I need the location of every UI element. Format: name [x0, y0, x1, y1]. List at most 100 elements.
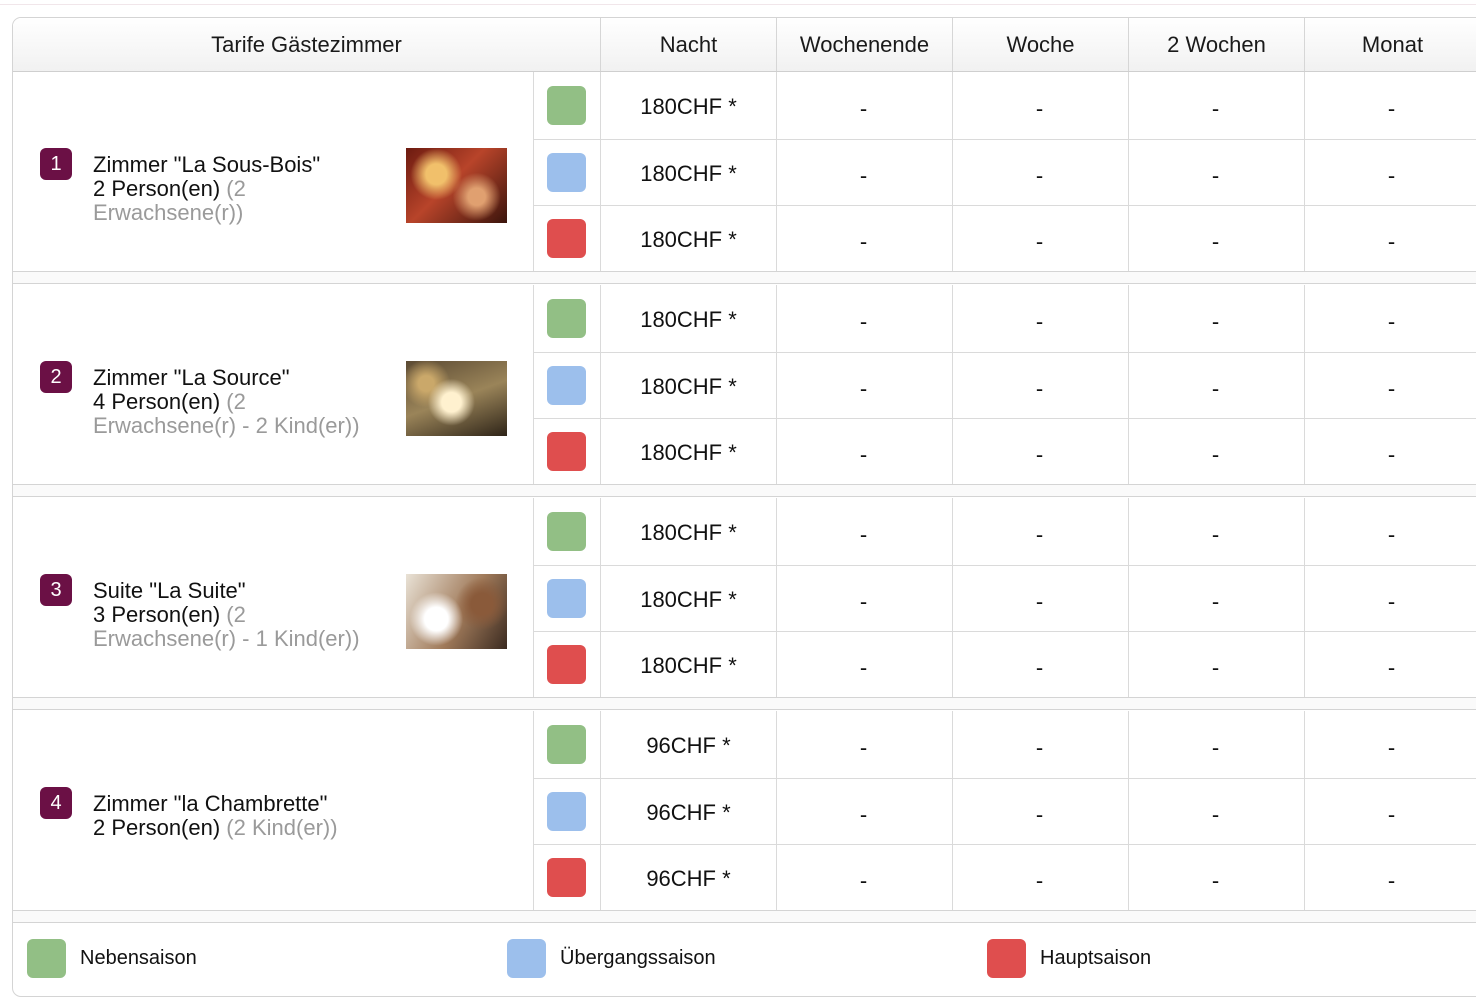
season-swatch-blue: [547, 366, 586, 405]
room-occupancy: (2 Kind(er)): [226, 815, 338, 840]
column-divider: [533, 711, 534, 910]
row-divider: [533, 139, 1476, 140]
price-2-wochen: -: [1211, 868, 1220, 893]
price-wochenende: -: [859, 442, 868, 467]
price-wochenende: -: [859, 655, 868, 680]
price-2-wochen: -: [1211, 96, 1220, 121]
group-spacer: [13, 484, 1476, 497]
price-monat: -: [1387, 802, 1396, 827]
header-rooms: Tarife Gästezimmer: [211, 32, 402, 57]
price-wochenende: -: [859, 229, 868, 254]
row-divider: [533, 778, 1476, 779]
row-divider: [533, 565, 1476, 566]
season-swatch-blue: [547, 579, 586, 618]
price-wochenende: -: [859, 589, 868, 614]
header-wochenende: Wochenende: [776, 18, 952, 71]
room-name: Zimmer "La Sous-Bois": [93, 152, 321, 177]
room-description: Suite "La Suite" 3 Person(en) (2 Erwachse…: [93, 579, 393, 651]
price-wochenende: -: [859, 163, 868, 188]
price-nacht: 180CHF *: [640, 227, 737, 252]
season-swatch-blue: [547, 792, 586, 831]
row-divider: [533, 352, 1476, 353]
price-monat: -: [1387, 229, 1396, 254]
price-nacht: 180CHF *: [640, 587, 737, 612]
row-divider: [533, 418, 1476, 419]
price-2-wochen: -: [1211, 589, 1220, 614]
header-2-wochen: 2 Wochen: [1128, 18, 1304, 71]
price-2-wochen: -: [1211, 163, 1220, 188]
price-2-wochen: -: [1211, 735, 1220, 760]
price-nacht: 180CHF *: [640, 161, 737, 186]
price-nacht: 96CHF *: [646, 733, 731, 758]
price-nacht: 96CHF *: [646, 800, 731, 825]
price-woche: -: [1035, 868, 1044, 893]
header-nacht: Nacht: [600, 18, 776, 71]
season-swatch-red: [547, 219, 586, 258]
price-monat: -: [1387, 868, 1396, 893]
price-nacht: 180CHF *: [640, 374, 737, 399]
price-woche: -: [1035, 589, 1044, 614]
price-monat: -: [1387, 96, 1396, 121]
price-woche: -: [1035, 96, 1044, 121]
header-woche: Woche: [952, 18, 1128, 71]
legend-label: Hauptsaison: [1040, 947, 1152, 969]
top-border: [0, 4, 1476, 5]
season-swatch-green: [547, 299, 586, 338]
price-woche: -: [1035, 309, 1044, 334]
price-2-wochen: -: [1211, 522, 1220, 547]
room-photo[interactable]: [406, 574, 507, 649]
price-nacht: 180CHF *: [640, 440, 737, 465]
row-divider: [533, 844, 1476, 845]
price-wochenende: -: [859, 735, 868, 760]
table-header: Tarife Gästezimmer Nacht Wochenende Woch…: [13, 18, 1476, 72]
column-divider: [533, 498, 534, 697]
room-number-badge: 2: [40, 361, 72, 393]
legend-label: Nebensaison: [80, 947, 197, 969]
room-persons: 2 Person(en): [93, 176, 227, 201]
legend-label: Übergangssaison: [560, 947, 716, 969]
price-nacht: 96CHF *: [646, 866, 731, 891]
price-nacht: 180CHF *: [640, 307, 737, 332]
season-swatch-red: [547, 858, 586, 897]
price-woche: -: [1035, 376, 1044, 401]
room-photo[interactable]: [406, 148, 507, 223]
price-2-wochen: -: [1211, 309, 1220, 334]
price-monat: -: [1387, 589, 1396, 614]
room-number-badge: 3: [40, 574, 72, 606]
header-monat: Monat: [1304, 18, 1476, 71]
price-nacht: 180CHF *: [640, 94, 737, 119]
price-wochenende: -: [859, 802, 868, 827]
group-spacer: [13, 910, 1476, 923]
room-persons: 4 Person(en): [93, 389, 227, 414]
group-spacer: [13, 697, 1476, 710]
room-description: Zimmer "la Chambrette" 2 Person(en) (2 Ki…: [93, 792, 393, 840]
price-monat: -: [1387, 376, 1396, 401]
room-number-badge: 4: [40, 787, 72, 819]
price-monat: -: [1387, 735, 1396, 760]
room-name: Suite "La Suite": [93, 578, 246, 603]
legend-swatch: [987, 939, 1026, 978]
price-monat: -: [1387, 442, 1396, 467]
price-monat: -: [1387, 655, 1396, 680]
row-divider: [533, 205, 1476, 206]
room-photo[interactable]: [406, 361, 507, 436]
price-nacht: 180CHF *: [640, 520, 737, 545]
price-wochenende: -: [859, 376, 868, 401]
room-description: Zimmer "La Sous-Bois" 2 Person(en) (2 Erw…: [93, 153, 393, 225]
price-nacht: 180CHF *: [640, 653, 737, 678]
price-wochenende: -: [859, 309, 868, 334]
room-number-badge: 1: [40, 148, 72, 180]
row-divider: [533, 631, 1476, 632]
room-persons: 3 Person(en): [93, 602, 227, 627]
price-2-wochen: -: [1211, 376, 1220, 401]
price-monat: -: [1387, 163, 1396, 188]
legend-swatch: [27, 939, 66, 978]
room-description: Zimmer "La Source" 4 Person(en) (2 Erwach…: [93, 366, 393, 438]
price-wochenende: -: [859, 522, 868, 547]
season-swatch-green: [547, 725, 586, 764]
price-woche: -: [1035, 655, 1044, 680]
price-woche: -: [1035, 163, 1044, 188]
price-woche: -: [1035, 442, 1044, 467]
column-divider: [533, 72, 534, 271]
season-swatch-red: [547, 645, 586, 684]
